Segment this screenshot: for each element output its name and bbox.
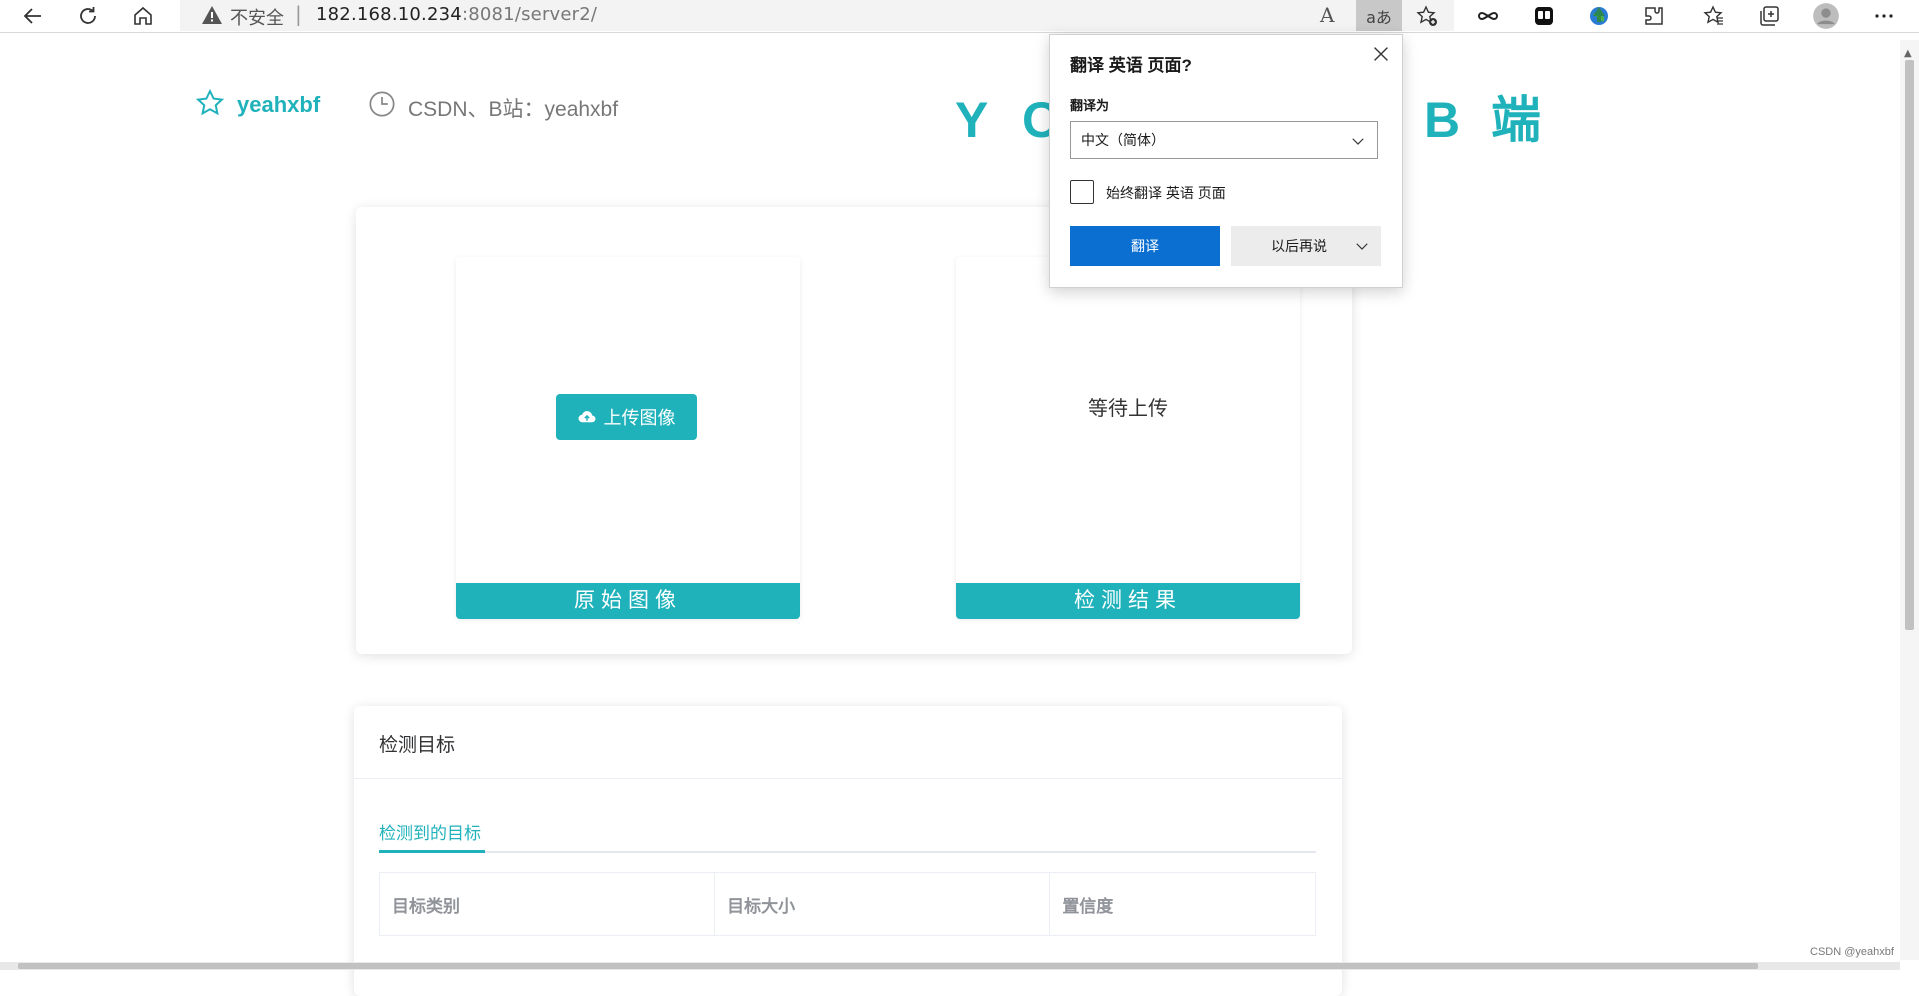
vertical-scroll-thumb[interactable]	[1905, 60, 1914, 630]
title-letter: 端	[1491, 92, 1541, 148]
cloud-upload-icon	[578, 411, 595, 423]
horizontal-scroll-thumb[interactable]	[18, 963, 1758, 969]
chevron-down-icon	[1352, 138, 1364, 145]
address-separator: |	[295, 2, 302, 26]
collections-icon[interactable]	[1755, 3, 1783, 29]
results-table: 目标类别 目标大小 置信度	[378, 872, 1316, 936]
translate-icon[interactable]: aあ	[1356, 0, 1402, 31]
divider	[354, 778, 1342, 779]
tab-bar	[379, 851, 1316, 853]
globe-extension-icon[interactable]	[1585, 3, 1613, 29]
refresh-icon[interactable]	[73, 3, 103, 29]
popup-title: 翻译 英语 页面?	[1070, 56, 1192, 75]
title-letter: Y	[955, 92, 989, 148]
upload-image-button[interactable]: 上传图像	[556, 394, 697, 440]
translate-button[interactable]: 翻译	[1070, 226, 1220, 266]
profile-icon[interactable]	[1812, 3, 1840, 29]
watermark: CSDN @yeahxbf	[1810, 946, 1894, 958]
always-translate-label[interactable]: 始终翻译 英语 页面	[1106, 183, 1226, 203]
column-header[interactable]: 目标类别	[378, 872, 716, 936]
title-letter: B	[1424, 92, 1461, 148]
not-now-button[interactable]: 以后再说	[1231, 226, 1381, 266]
brand-link[interactable]: yeahxbf	[237, 92, 320, 118]
original-image-caption: 原始图像	[456, 583, 800, 619]
scroll-up-arrow-icon[interactable]: ▲	[1904, 48, 1912, 59]
read-aloud-icon[interactable]: A	[1320, 3, 1334, 27]
security-label[interactable]: 不安全	[230, 4, 284, 30]
active-tab-indicator	[379, 850, 485, 853]
result-caption: 检测结果	[956, 583, 1300, 619]
column-header[interactable]: 置信度	[1049, 872, 1316, 936]
upload-button-label: 上传图像	[603, 408, 676, 428]
browser-toolbar: 不安全 | 182.168.10.234:8081/server2/ A aあ	[0, 0, 1919, 33]
close-icon[interactable]	[1370, 43, 1392, 65]
language-value: 中文（简体）	[1081, 132, 1165, 148]
tab-detected-objects[interactable]: 检测到的目标	[379, 819, 481, 844]
infinity-extension-icon[interactable]	[1474, 3, 1502, 29]
translate-to-label: 翻译为	[1070, 98, 1110, 113]
always-translate-checkbox[interactable]	[1070, 180, 1094, 204]
table-header-row: 目标类别 目标大小 置信度	[378, 872, 1316, 936]
language-select[interactable]: 中文（简体）	[1070, 121, 1378, 159]
url-host: 182.168.10.234	[316, 4, 462, 25]
detection-title: 检测目标	[379, 735, 456, 756]
not-now-label: 以后再说	[1271, 238, 1327, 254]
chevron-down-icon[interactable]	[1353, 237, 1371, 255]
vertical-scrollbar[interactable]: ▲	[1900, 40, 1919, 960]
star-icon	[195, 88, 225, 116]
waiting-text: 等待上传	[1088, 398, 1168, 420]
favorites-icon[interactable]	[1700, 3, 1728, 29]
warning-icon[interactable]	[200, 3, 224, 27]
author-subtitle: CSDN、B站：yeahxbf	[408, 98, 619, 121]
back-icon[interactable]	[18, 3, 48, 29]
home-icon[interactable]	[128, 3, 158, 29]
url-path: :8081/server2/	[461, 4, 598, 25]
clock-icon	[369, 91, 395, 117]
extensions-icon[interactable]	[1640, 3, 1668, 29]
original-image-panel: 上传图像 原始图像	[456, 257, 800, 619]
result-image-panel: 等待上传 检测结果	[956, 257, 1300, 619]
more-icon[interactable]	[1870, 3, 1898, 29]
detection-card: 检测目标 检测到的目标 目标类别 目标大小 置信度	[354, 706, 1342, 996]
url-text[interactable]: 182.168.10.234:8081/server2/	[316, 4, 597, 25]
translate-popup: 翻译 英语 页面? 翻译为 中文（简体） 始终翻译 英语 页面 翻译 以后再说	[1049, 34, 1403, 288]
add-favorite-icon[interactable]	[1412, 3, 1442, 29]
horizontal-scrollbar[interactable]	[0, 962, 1900, 970]
column-header[interactable]: 目标大小	[714, 872, 1051, 936]
extension-app-icon[interactable]	[1530, 3, 1558, 29]
